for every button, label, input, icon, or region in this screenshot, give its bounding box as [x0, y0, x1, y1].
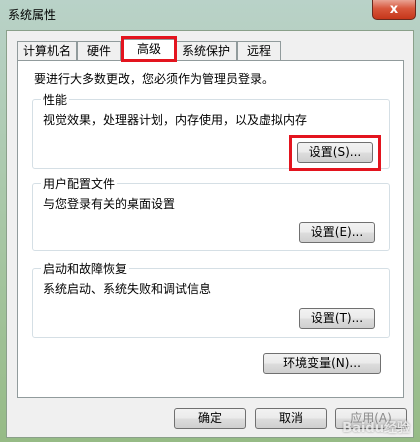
- tab-advanced[interactable]: 高级: [123, 39, 175, 61]
- tab-computer-name[interactable]: 计算机名: [17, 41, 77, 60]
- window-title: 系统属性: [8, 8, 57, 22]
- user-profiles-settings-button[interactable]: 设置(E)...: [299, 222, 375, 243]
- tab-system-protection[interactable]: 系统保护: [175, 41, 237, 60]
- performance-settings-button[interactable]: 设置(S)...: [297, 142, 373, 163]
- cancel-button[interactable]: 取消: [255, 408, 327, 429]
- performance-description: 视觉效果，处理器计划，内存使用，以及虚拟内存: [43, 113, 308, 127]
- user-profiles-title: 用户配置文件: [41, 175, 118, 192]
- tab-strip: 计算机名 硬件 高级 系统保护 远程: [17, 36, 407, 62]
- startup-recovery-group: 启动和故障恢复 系统启动、系统失败和调试信息 设置(T)...: [32, 260, 390, 338]
- startup-recovery-settings-button[interactable]: 设置(T)...: [299, 308, 375, 329]
- admin-notice: 要进行大多数更改，您必须作为管理员登录。: [34, 72, 275, 86]
- tab-remote[interactable]: 远程: [237, 41, 281, 60]
- startup-recovery-description: 系统启动、系统失败和调试信息: [43, 282, 212, 296]
- user-profiles-description: 与您登录有关的桌面设置: [43, 197, 176, 211]
- ok-button[interactable]: 确定: [174, 408, 246, 429]
- performance-group: 性能 视觉效果，处理器计划，内存使用，以及虚拟内存 设置(S)...: [32, 91, 390, 171]
- title-bar[interactable]: 系统属性 x: [0, 0, 420, 28]
- dialog-client-area: 计算机名 硬件 高级 系统保护 远程 要进行大多数更改，您必须作为管理员登录。 …: [6, 30, 414, 438]
- tab-hardware[interactable]: 硬件: [77, 41, 121, 60]
- system-properties-window: 系统属性 x 计算机名 硬件 高级 系统保护 远程 要进行大多数更改，您必须作为…: [0, 0, 420, 442]
- performance-title: 性能: [41, 91, 70, 108]
- close-button[interactable]: x: [372, 0, 416, 20]
- user-profiles-group: 用户配置文件 与您登录有关的桌面设置 设置(E)...: [32, 175, 390, 251]
- baidu-watermark: Baidu经验: [342, 421, 410, 436]
- advanced-panel: 要进行大多数更改，您必须作为管理员登录。 性能 视觉效果，处理器计划，内存使用，…: [17, 60, 404, 398]
- startup-recovery-title: 启动和故障恢复: [41, 260, 130, 277]
- environment-variables-button[interactable]: 环境变量(N)...: [263, 353, 381, 374]
